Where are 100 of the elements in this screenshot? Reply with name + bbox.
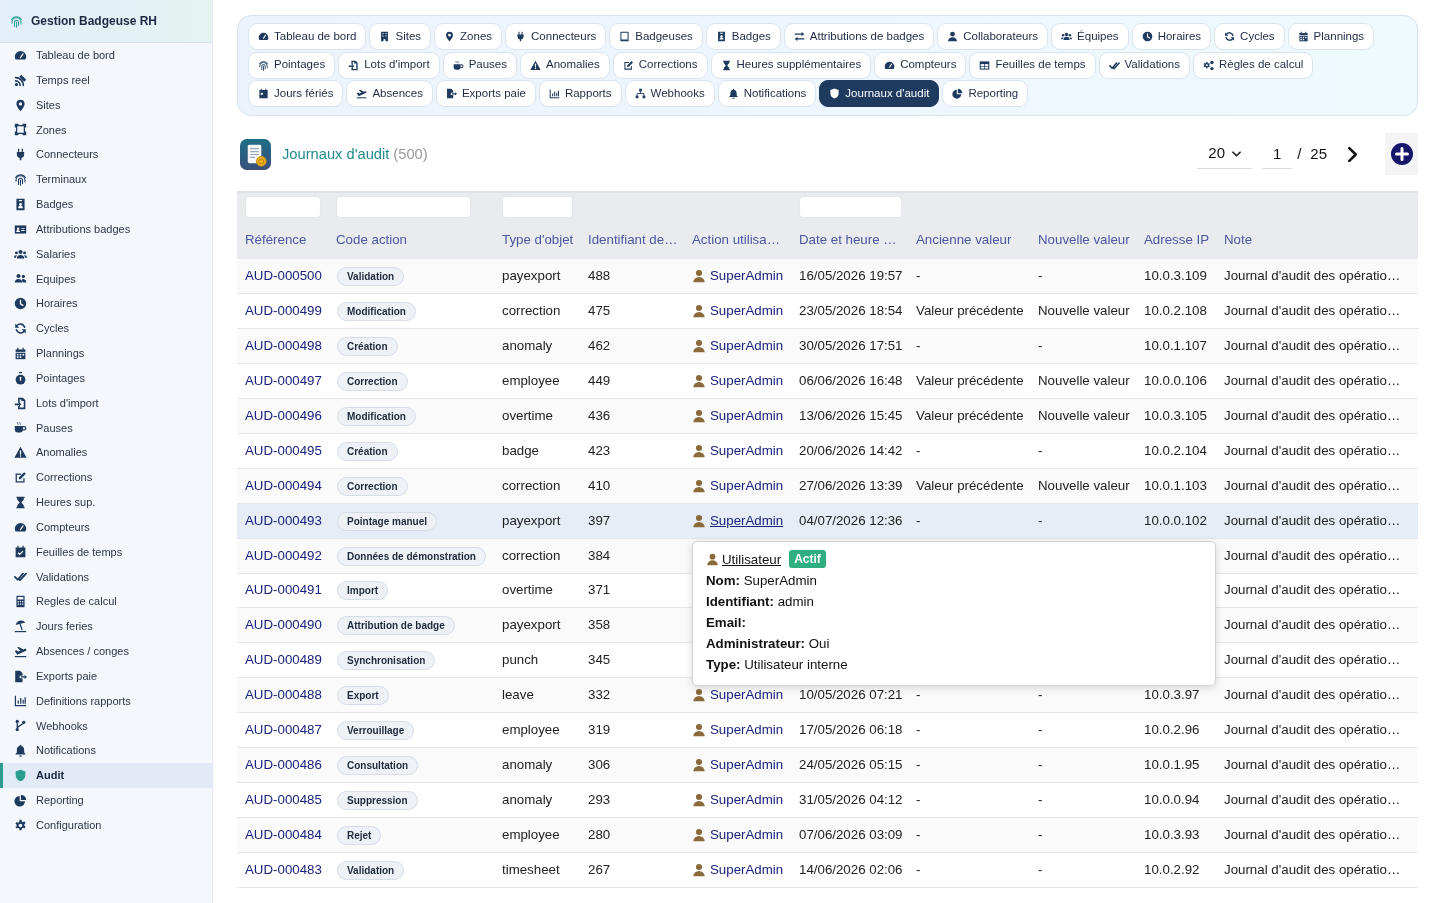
user-link[interactable]: SuperAdmin — [710, 406, 784, 426]
tab[interactable]: Compteurs — [874, 51, 967, 79]
tab[interactable]: Pauses — [442, 51, 517, 79]
sidebar-item[interactable]: Absences / conges — [0, 638, 212, 664]
tab[interactable]: Règles de calcul — [1192, 51, 1314, 79]
reference-link[interactable]: AUD-000491 — [245, 582, 322, 598]
user-link[interactable]: SuperAdmin — [710, 685, 784, 706]
user-link[interactable]: SuperAdmin — [710, 510, 784, 531]
sidebar-item[interactable]: Heures sup. — [0, 489, 212, 515]
tab[interactable]: Connecteurs — [505, 23, 607, 50]
tab[interactable]: Équipes — [1051, 23, 1129, 50]
reference-link[interactable]: AUD-000493 — [245, 512, 322, 528]
user-link[interactable]: SuperAdmin — [710, 301, 784, 322]
filter-input[interactable] — [245, 196, 321, 218]
reference-link[interactable]: AUD-000483 — [245, 861, 322, 877]
tab[interactable]: Exports paie — [435, 80, 536, 107]
sidebar-item[interactable]: Connecteurs — [0, 142, 212, 168]
tab[interactable]: Zones — [434, 23, 503, 50]
sidebar-item[interactable]: Pointages — [0, 365, 212, 391]
tab[interactable]: Pointages — [248, 51, 336, 79]
tab[interactable]: Tableau de bord — [248, 23, 367, 50]
sidebar-item[interactable]: Horaires — [0, 291, 212, 317]
user-link[interactable]: SuperAdmin — [710, 789, 784, 810]
user-link[interactable]: SuperAdmin — [710, 475, 784, 496]
reference-link[interactable]: AUD-000488 — [245, 687, 322, 703]
user-link[interactable]: SuperAdmin — [710, 720, 784, 740]
sidebar-item[interactable]: Equipes — [0, 266, 212, 292]
tab[interactable]: Attributions de badges — [783, 23, 935, 50]
sidebar-item[interactable]: Compteurs — [0, 514, 212, 540]
reference-link[interactable]: AUD-000498 — [245, 338, 322, 354]
sidebar-item[interactable]: Attributions badges — [0, 216, 212, 242]
tab[interactable]: Webhooks — [624, 80, 715, 107]
sidebar-item[interactable]: Zones — [0, 117, 212, 143]
user-link[interactable]: SuperAdmin — [710, 371, 784, 392]
reference-link[interactable]: AUD-000486 — [245, 756, 322, 772]
reference-link[interactable]: AUD-000497 — [245, 373, 322, 389]
tab[interactable]: Plannings — [1287, 23, 1375, 50]
user-link[interactable]: SuperAdmin — [710, 754, 784, 775]
tab[interactable]: Jours fériés — [248, 80, 344, 107]
sidebar-item[interactable]: Notifications — [0, 738, 212, 763]
page-size-select[interactable]: 20 — [1197, 139, 1253, 169]
sidebar-item[interactable]: Jours feries — [0, 614, 212, 639]
filter-input[interactable] — [336, 196, 471, 218]
sidebar-item[interactable]: Lots d'import — [0, 390, 212, 416]
sidebar-item[interactable]: Feuilles de temps — [0, 539, 212, 565]
user-link[interactable]: SuperAdmin — [710, 266, 784, 287]
sidebar-item[interactable]: Cycles — [0, 316, 212, 341]
reference-link[interactable]: AUD-000484 — [245, 826, 322, 842]
reference-link[interactable]: AUD-000487 — [245, 722, 322, 738]
tab[interactable]: Sites — [369, 23, 432, 50]
sidebar-item[interactable]: Tableau de bord — [0, 43, 212, 68]
tab[interactable]: Validations — [1098, 51, 1190, 79]
tab[interactable]: Badges — [705, 23, 781, 50]
user-link[interactable]: SuperAdmin — [710, 859, 784, 880]
user-link[interactable]: SuperAdmin — [710, 440, 784, 461]
sidebar-item[interactable]: Configuration — [0, 812, 212, 838]
sidebar-item[interactable]: Temps reel — [0, 67, 212, 93]
sidebar-item[interactable]: Pauses — [0, 415, 212, 441]
tab[interactable]: Cycles — [1214, 23, 1285, 50]
reference-link[interactable]: AUD-000490 — [245, 617, 322, 633]
sidebar-item[interactable]: Regles de calcul — [0, 589, 212, 615]
sidebar-item[interactable]: Validations — [0, 564, 212, 590]
reference-link[interactable]: AUD-000496 — [245, 408, 322, 424]
filter-input[interactable] — [502, 196, 573, 218]
reference-link[interactable]: AUD-000485 — [245, 791, 322, 807]
reference-link[interactable]: AUD-000500 — [245, 268, 322, 284]
sidebar-item[interactable]: Definitions rapports — [0, 688, 212, 714]
sidebar-item[interactable]: Plannings — [0, 340, 212, 366]
tab[interactable]: Collaborateurs — [937, 23, 1049, 50]
tab[interactable]: Journaux d'audit — [819, 80, 940, 107]
tab[interactable]: Anomalies — [520, 51, 610, 79]
reference-link[interactable]: AUD-000494 — [245, 477, 322, 493]
sidebar-item[interactable]: Exports paie — [0, 663, 212, 689]
tab[interactable]: Reporting — [942, 80, 1029, 107]
tab[interactable]: Horaires — [1131, 23, 1212, 50]
tab[interactable]: Feuilles de temps — [969, 51, 1096, 79]
sidebar-item[interactable]: Badges — [0, 191, 212, 217]
reference-link[interactable]: AUD-000495 — [245, 442, 322, 458]
tab[interactable]: Rapports — [538, 80, 622, 107]
user-link[interactable]: SuperAdmin — [710, 824, 784, 845]
sidebar-item[interactable]: Terminaux — [0, 167, 212, 192]
tab[interactable]: Corrections — [612, 51, 708, 79]
tab[interactable]: Absences — [346, 80, 433, 107]
reference-link[interactable]: AUD-000489 — [245, 652, 322, 668]
filter-input[interactable] — [799, 196, 902, 218]
add-button[interactable] — [1385, 133, 1418, 175]
sidebar-item[interactable]: Reporting — [0, 787, 212, 813]
tab[interactable]: Badgeuses — [609, 23, 703, 50]
sidebar-item[interactable]: Anomalies — [0, 440, 212, 466]
reference-link[interactable]: AUD-000499 — [245, 303, 322, 319]
sidebar-item[interactable]: Webhooks — [0, 713, 212, 739]
user-link[interactable]: SuperAdmin — [710, 336, 784, 357]
sidebar-item[interactable]: Salaries — [0, 241, 212, 267]
page-input[interactable]: 1 — [1262, 139, 1293, 169]
reference-link[interactable]: AUD-000492 — [245, 547, 322, 563]
sidebar-item[interactable]: Sites — [0, 92, 212, 118]
tab[interactable]: Lots d'import — [338, 51, 440, 79]
sidebar-item[interactable]: Audit — [0, 763, 212, 788]
tab[interactable]: Heures supplémentaires — [710, 51, 872, 79]
tab[interactable]: Notifications — [717, 80, 817, 107]
